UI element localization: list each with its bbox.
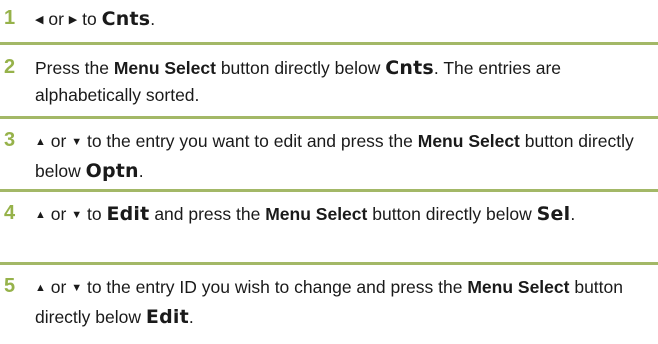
divider-rule [0,189,658,192]
arrow-down-icon: ▼ [71,209,83,221]
step-text: ▲ or ▼ to Edit and press the Menu Select… [35,201,653,231]
step-number: 4 [4,202,16,224]
step-text: ▲ or ▼ to the entry you want to edit and… [35,128,653,185]
arrow-up-icon: ▲ [35,136,46,148]
to-word: to [82,9,97,29]
to-word: to [86,204,102,224]
step-text: Press the Menu Select button directly be… [35,55,653,109]
press-text: Press the [35,58,109,78]
display-word-optn: Optn [85,160,139,182]
menu-select-label: Menu Select [467,277,570,297]
divider-rule [0,42,658,45]
menu-select-label: Menu Select [265,204,368,224]
arrow-right-icon: ▶ [68,14,78,26]
or-word: or [50,131,67,151]
or-word: or [48,9,64,29]
step-number: 1 [4,7,16,29]
period: . [570,204,576,224]
menu-select-label: Menu Select [113,58,216,78]
button-below-text: button directly below [372,204,532,224]
divider-rule [0,116,658,119]
arrow-left-icon: ◀ [35,14,44,26]
step-number: 2 [4,56,16,78]
divider-rule [0,262,658,265]
arrow-up-icon: ▲ [35,282,46,294]
period: . [138,161,144,181]
display-word-cnts: Cnts [101,8,151,30]
display-word-edit: Edit [145,306,189,328]
period: . [188,307,194,327]
and-press-text: and press the [154,204,261,224]
or-word: or [50,204,67,224]
arrow-down-icon: ▼ [71,136,83,148]
step-text: ◀ or ▶ to Cnts. [35,6,653,36]
step-mid-text: to the entry ID you wish to change and p… [86,277,463,297]
instruction-steps: 1 ◀ or ▶ to Cnts. 2 Press the Menu Selec… [0,0,658,344]
select-label: Select [468,131,520,151]
display-word-edit: Edit [106,203,150,225]
arrow-up-icon: ▲ [35,209,46,221]
button-below-text: button directly below [220,58,381,78]
or-word: or [50,277,67,297]
display-word-cnts: Cnts [385,57,434,79]
arrow-down-icon: ▼ [71,282,83,294]
step-mid-text: to the entry you want to edit and press … [86,131,413,151]
display-word-sel: Sel [536,203,571,225]
period: . [150,9,156,29]
menu-label: Menu [417,131,464,151]
step-text: ▲ or ▼ to the entry ID you wish to chang… [35,274,653,331]
step-number: 3 [4,129,16,151]
step-number: 5 [4,275,16,297]
